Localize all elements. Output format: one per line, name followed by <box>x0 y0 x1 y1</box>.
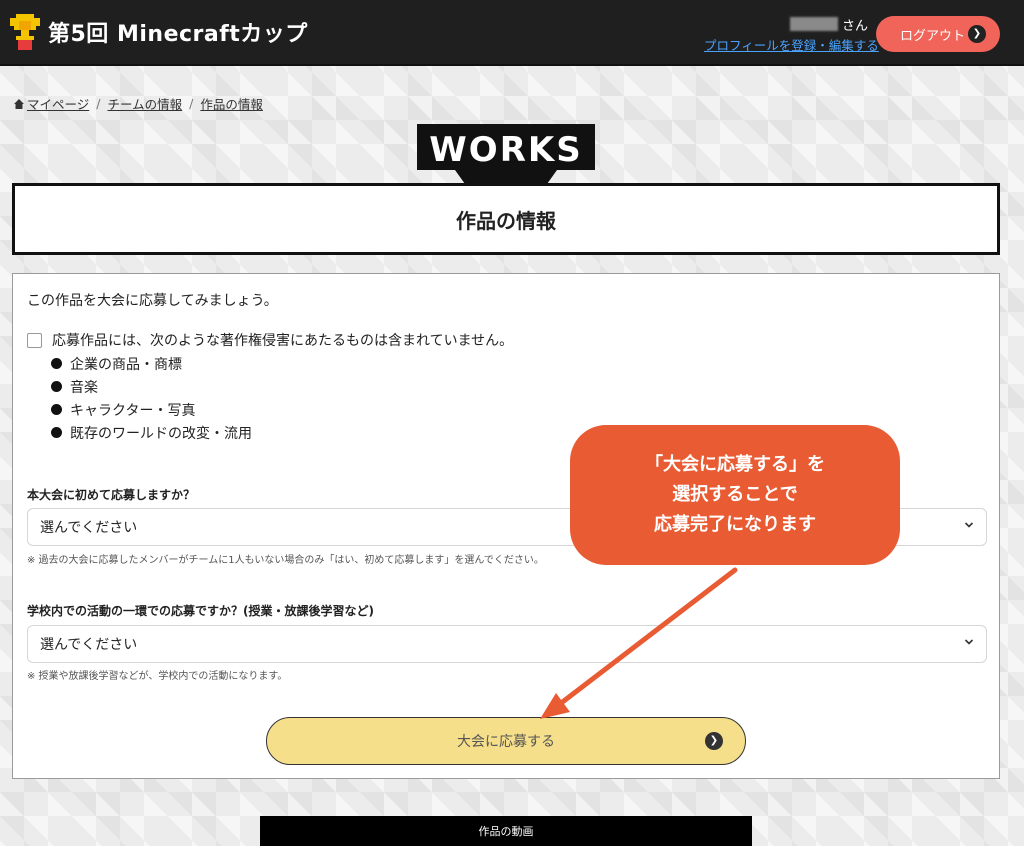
site-header: 第5回 Minecraftカップ さん プロフィールを登録・編集する ログアウト… <box>0 0 1024 66</box>
school-activity-select[interactable]: 選んでください <box>27 625 987 663</box>
username-suffix: さん <box>842 19 869 34</box>
school-activity-note: ※ 授業や放課後学習などが、学校内での活動になります。 <box>27 671 288 682</box>
breadcrumb-team-info[interactable]: チームの情報 <box>107 94 182 113</box>
arrow-right-circle-icon: ❯ <box>968 25 986 43</box>
page-title-box: 作品の情報 <box>12 183 1000 255</box>
logout-label: ログアウト <box>900 28 966 44</box>
callout-line-3: 応募完了になります <box>654 514 816 535</box>
chevron-down-icon <box>964 639 974 645</box>
breadcrumb-work-info[interactable]: 作品の情報 <box>200 94 263 113</box>
profile-edit-link[interactable]: プロフィールを登録・編集する <box>704 35 879 54</box>
copyright-agreement-label: 応募作品には、次のような著作権侵害にあたるものは含まれていません。 <box>52 333 514 349</box>
list-item: キャラクター・写真 <box>51 398 252 421</box>
page-title: 作品の情報 <box>456 208 556 233</box>
list-item: 音楽 <box>51 375 252 398</box>
breadcrumb-mypage[interactable]: マイページ <box>27 94 89 113</box>
username-redacted <box>790 17 838 31</box>
breadcrumb-separator: / <box>189 96 194 111</box>
brand-title[interactable]: 第5回 Minecraftカップ <box>48 16 308 48</box>
breadcrumb-separator: / <box>96 96 101 111</box>
submit-entry-button[interactable]: 大会に応募する ❯ <box>266 717 746 765</box>
video-section-title: 作品の動画 <box>478 825 534 838</box>
school-activity-question-label: 学校内での活動の一環での応募ですか？(授業・放課後学習など) <box>27 604 374 618</box>
instruction-callout: 「大会に応募する」を 選択することで 応募完了になります <box>570 425 900 565</box>
school-activity-select-value: 選んでください <box>40 637 138 653</box>
trophy-icon <box>10 14 40 50</box>
submit-entry-label: 大会に応募する <box>457 734 555 750</box>
form-intro: この作品を大会に応募してみましょう。 <box>27 293 278 309</box>
breadcrumb: マイページ / チームの情報 / 作品の情報 <box>14 94 263 113</box>
callout-line-1: 「大会に応募する」を <box>645 454 825 475</box>
arrow-right-circle-icon: ❯ <box>705 732 723 750</box>
copyright-item-list: 企業の商品・商標 音楽 キャラクター・写真 既存のワールドの改変・流用 <box>51 352 252 444</box>
video-section-header: 作品の動画 <box>260 816 752 846</box>
home-icon <box>14 98 24 109</box>
works-logo-text: WORKS <box>429 130 582 170</box>
callout-line-2: 選択することで <box>672 484 798 505</box>
first-entry-select-value: 選んでください <box>40 520 138 536</box>
chevron-down-icon <box>964 522 974 528</box>
copyright-agreement-row[interactable]: 応募作品には、次のような著作権侵害にあたるものは含まれていません。 <box>27 330 513 350</box>
works-logo: WORKS <box>417 124 595 184</box>
first-entry-note: ※ 過去の大会に応募したメンバーがチームに1人もいない場合のみ「はい、初めて応募… <box>27 555 544 566</box>
copyright-agreement-checkbox[interactable] <box>27 332 42 348</box>
first-entry-question-label: 本大会に初めて応募しますか？ <box>27 488 196 502</box>
list-item: 企業の商品・商標 <box>51 352 252 375</box>
logout-button[interactable]: ログアウト ❯ <box>876 16 1000 52</box>
list-item: 既存のワールドの改変・流用 <box>51 421 252 444</box>
